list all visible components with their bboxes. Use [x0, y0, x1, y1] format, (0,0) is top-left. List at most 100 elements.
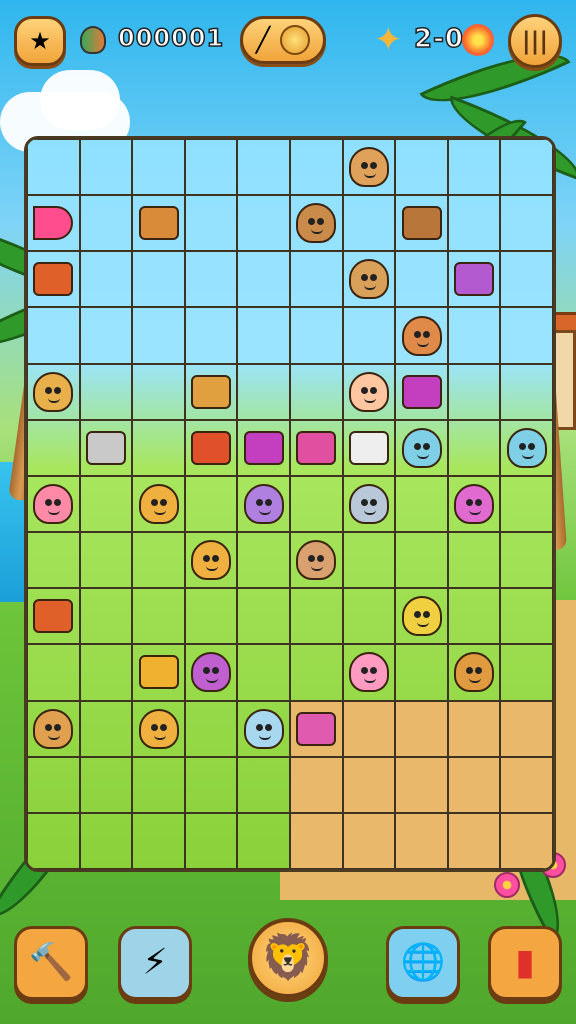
- puzzle-slot[interactable]: [395, 700, 448, 757]
- creature-piece[interactable]: [293, 200, 339, 246]
- puzzle-slot[interactable]: [79, 644, 133, 701]
- puzzle-slot[interactable]: [27, 756, 80, 813]
- puzzle-slot[interactable]: [342, 756, 396, 813]
- puzzle-slot[interactable]: [237, 812, 290, 869]
- puzzle-slot[interactable]: [79, 475, 133, 533]
- creature-piece[interactable]: [293, 537, 339, 583]
- puzzle-slot[interactable]: [79, 532, 133, 589]
- puzzle-slot[interactable]: [395, 756, 448, 813]
- puzzle-slot[interactable]: [27, 419, 80, 476]
- creature-piece[interactable]: [451, 649, 497, 695]
- puzzle-slot[interactable]: [79, 588, 133, 645]
- puzzle-slot[interactable]: [132, 756, 185, 813]
- puzzle-slot[interactable]: [395, 532, 448, 589]
- object-piece[interactable]: [293, 706, 339, 752]
- puzzle-slot[interactable]: [237, 363, 290, 420]
- creature-piece[interactable]: [136, 706, 182, 752]
- puzzle-slot[interactable]: [237, 251, 290, 308]
- puzzle-slot[interactable]: [447, 419, 501, 476]
- puzzle-slot[interactable]: [500, 251, 553, 308]
- object-piece[interactable]: [399, 369, 445, 415]
- puzzle-slot[interactable]: [290, 812, 343, 869]
- creature-piece[interactable]: [30, 481, 76, 527]
- puzzle-slot[interactable]: [184, 307, 238, 364]
- puzzle-slot[interactable]: [395, 475, 448, 533]
- object-piece[interactable]: [30, 593, 76, 639]
- puzzle-slot[interactable]: [500, 363, 553, 420]
- puzzle-slot[interactable]: [290, 251, 343, 308]
- creature-piece[interactable]: [451, 481, 497, 527]
- puzzle-slot[interactable]: [342, 195, 396, 252]
- creature-piece[interactable]: [30, 706, 76, 752]
- puzzle-board[interactable]: [24, 136, 556, 872]
- creature-piece[interactable]: [346, 649, 392, 695]
- creature-piece[interactable]: [399, 425, 445, 471]
- puzzle-slot[interactable]: [184, 588, 238, 645]
- puzzle-slot[interactable]: [132, 139, 185, 196]
- puzzle-slot[interactable]: [342, 588, 396, 645]
- creature-piece[interactable]: [136, 481, 182, 527]
- puzzle-slot[interactable]: [290, 475, 343, 533]
- puzzle-slot[interactable]: [79, 363, 133, 420]
- map-button[interactable]: 🌐: [386, 926, 460, 1000]
- puzzle-slot[interactable]: [447, 195, 501, 252]
- puzzle-slot[interactable]: [500, 195, 553, 252]
- puzzle-slot[interactable]: [500, 588, 553, 645]
- star-wand-button[interactable]: ★: [14, 16, 66, 66]
- object-piece[interactable]: [241, 425, 287, 471]
- puzzle-slot[interactable]: [290, 644, 343, 701]
- creature-piece[interactable]: [241, 706, 287, 752]
- creature-piece[interactable]: [346, 144, 392, 190]
- puzzle-slot[interactable]: [79, 700, 133, 757]
- object-piece[interactable]: [136, 649, 182, 695]
- object-piece[interactable]: [188, 425, 234, 471]
- object-piece[interactable]: [83, 425, 129, 471]
- puzzle-slot[interactable]: [132, 812, 185, 869]
- brush-coin-button[interactable]: ╱: [240, 16, 326, 64]
- puzzle-slot[interactable]: [132, 532, 185, 589]
- puzzle-slot[interactable]: [342, 307, 396, 364]
- puzzle-slot[interactable]: [500, 139, 553, 196]
- puzzle-slot[interactable]: [132, 363, 185, 420]
- object-piece[interactable]: [346, 425, 392, 471]
- puzzle-slot[interactable]: [237, 588, 290, 645]
- puzzle-slot[interactable]: [27, 532, 80, 589]
- puzzle-slot[interactable]: [342, 812, 396, 869]
- hammer-button[interactable]: 🔨: [14, 926, 88, 1000]
- puzzle-slot[interactable]: [237, 139, 290, 196]
- puzzle-slot[interactable]: [447, 812, 501, 869]
- puzzle-slot[interactable]: [500, 532, 553, 589]
- puzzle-slot[interactable]: [500, 700, 553, 757]
- puzzle-slot[interactable]: [447, 700, 501, 757]
- puzzle-slot[interactable]: [237, 307, 290, 364]
- creature-piece[interactable]: [346, 369, 392, 415]
- object-piece[interactable]: [293, 425, 339, 471]
- object-piece[interactable]: [399, 200, 445, 246]
- object-piece[interactable]: [451, 256, 497, 302]
- puzzle-slot[interactable]: [79, 195, 133, 252]
- puzzle-slot[interactable]: [27, 307, 80, 364]
- puzzle-slot[interactable]: [184, 700, 238, 757]
- puzzle-slot[interactable]: [184, 139, 238, 196]
- puzzle-slot[interactable]: [447, 588, 501, 645]
- puzzle-slot[interactable]: [290, 307, 343, 364]
- puzzle-slot[interactable]: [447, 756, 501, 813]
- book-button[interactable]: ▮: [488, 926, 562, 1000]
- creature-piece[interactable]: [188, 649, 234, 695]
- puzzle-slot[interactable]: [447, 363, 501, 420]
- puzzle-slot[interactable]: [395, 251, 448, 308]
- object-piece[interactable]: [188, 369, 234, 415]
- menu-button[interactable]: |||: [508, 14, 562, 68]
- puzzle-slot[interactable]: [500, 812, 553, 869]
- puzzle-slot[interactable]: [237, 195, 290, 252]
- puzzle-slot[interactable]: [237, 532, 290, 589]
- creature-piece[interactable]: [241, 481, 287, 527]
- puzzle-slot[interactable]: [79, 812, 133, 869]
- puzzle-slot[interactable]: [500, 756, 553, 813]
- puzzle-slot[interactable]: [290, 756, 343, 813]
- puzzle-slot[interactable]: [79, 139, 133, 196]
- object-piece[interactable]: [136, 200, 182, 246]
- puzzle-slot[interactable]: [27, 812, 80, 869]
- puzzle-slot[interactable]: [27, 644, 80, 701]
- creature-piece[interactable]: [30, 369, 76, 415]
